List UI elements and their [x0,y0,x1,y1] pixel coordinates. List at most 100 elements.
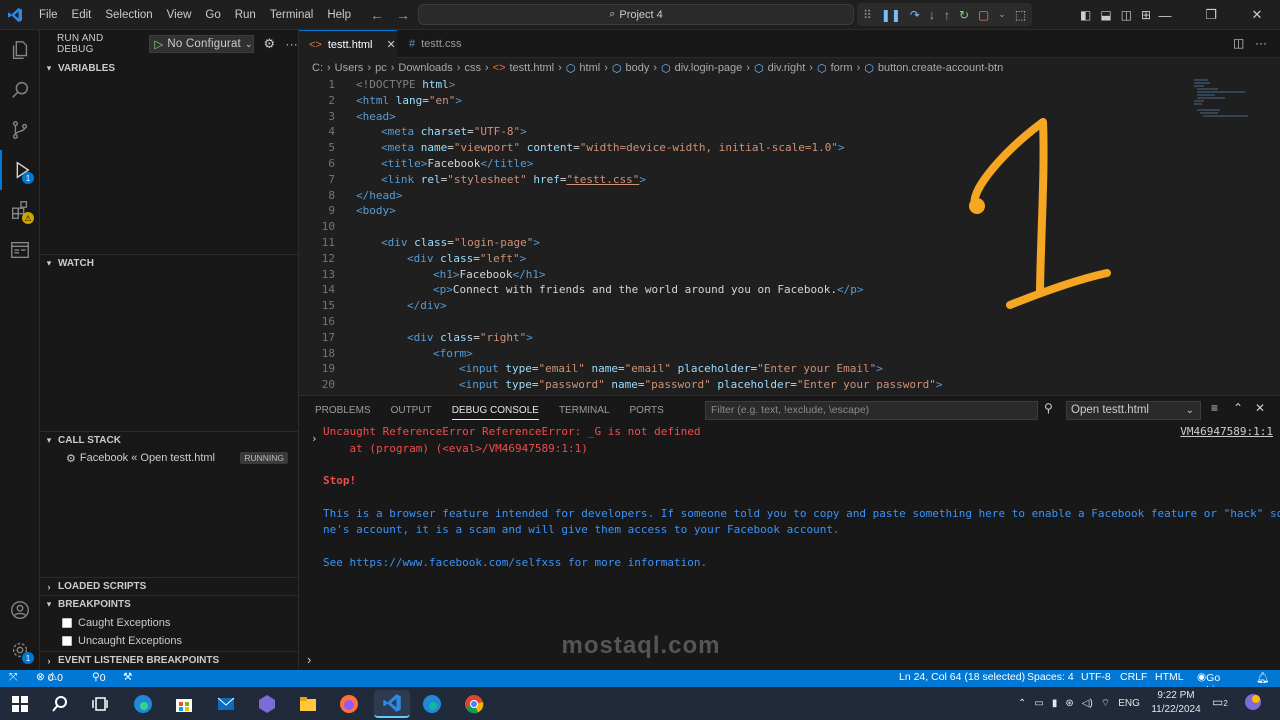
pause-icon[interactable]: ❚❚ [881,8,901,22]
split-editor-icon[interactable]: ◫ [1233,36,1244,50]
breadcrumb-item[interactable]: pc [375,62,387,74]
more-actions-icon[interactable]: ··· [285,37,298,51]
caught-exceptions-checkbox[interactable] [62,618,72,628]
step-into-icon[interactable]: ↓ [929,8,935,22]
clock[interactable]: 9:22 PM 11/22/2024 [1148,689,1204,717]
chevron-down-icon[interactable]: ⌄ [998,9,1006,20]
event-listener-section-header[interactable]: › EVENT LISTENER BREAKPOINTS [40,651,298,669]
debug-console-filter-input[interactable]: Filter (e.g. text, !exclude, \escape) [705,401,1038,420]
account-icon[interactable] [0,590,40,630]
tab-testt-css[interactable]: # testt.css [399,30,471,58]
clear-console-icon[interactable]: ≡ [1211,401,1218,415]
uncaught-exceptions-checkbox[interactable] [62,636,72,646]
store-icon[interactable] [170,690,198,718]
inspect-icon[interactable]: ⬚ [1015,8,1026,22]
breadcrumb-item[interactable]: div.right [768,62,806,74]
network-icon[interactable]: ⊛ [1065,698,1073,709]
close-panel-icon[interactable]: ✕ [1255,401,1265,415]
tab-problems[interactable]: PROBLEMS [315,405,371,416]
minimap[interactable] [1190,78,1260,393]
debug-status-icon[interactable]: ⚒ [123,671,132,683]
breadcrumb-item[interactable]: C: [312,62,323,74]
menu-go[interactable]: Go [198,0,227,30]
breadcrumb-item[interactable]: testt.html [510,62,555,74]
go-live-button[interactable]: ◉ Go Live [1197,671,1225,696]
watch-section-header[interactable]: ▾ WATCH [40,254,298,272]
firefox-icon[interactable] [335,690,363,718]
tab-ports[interactable]: PORTS [630,405,664,416]
minimize-icon[interactable]: — [1142,8,1188,23]
more-actions-icon[interactable]: ··· [1255,36,1267,50]
settings-gear-icon[interactable]: 1 [0,630,40,670]
battery-icon[interactable]: ▮ [1052,698,1058,709]
drag-handle-icon[interactable]: ⠿ [863,8,872,22]
expand-chevron-icon[interactable]: › [311,432,318,445]
tab-output[interactable]: OUTPUT [391,405,432,416]
problems-indicator[interactable]: ⊗ 0 ⚠ 0 [36,671,63,684]
breadcrumb-item[interactable]: body [625,62,649,74]
restart-icon[interactable]: ↻ [959,8,969,22]
encoding[interactable]: UTF-8 [1081,671,1111,683]
notifications-bell-icon[interactable]: 🔔︎ [1256,671,1269,684]
tab-terminal[interactable]: TERMINAL [559,405,610,416]
run-debug-icon[interactable]: 1 [0,150,40,190]
breadcrumb-item[interactable]: Downloads [398,62,452,74]
app-icon[interactable] [253,690,281,718]
copilot-icon[interactable] [1244,693,1262,714]
extensions-icon[interactable]: ⚠ [0,190,40,230]
gear-icon[interactable]: ⚙ [264,36,276,52]
taskbar-search-icon[interactable] [46,690,74,718]
toggle-sidebar-icon[interactable]: ◧ [1080,8,1091,22]
mail-icon[interactable] [212,690,240,718]
explorer-icon[interactable] [0,30,40,70]
debug-session-select[interactable]: Open testt.html ⌄ [1066,401,1201,420]
menu-view[interactable]: View [160,0,199,30]
ports-indicator[interactable]: ⚲ 0 [92,671,106,684]
line-ending[interactable]: CRLF [1120,671,1147,683]
tab-debug-console[interactable]: DEBUG CONSOLE [451,401,539,420]
filter-icon[interactable]: ⚲ [1044,401,1053,415]
menu-edit[interactable]: Edit [65,0,99,30]
tray-app-icon[interactable]: ▭ [1034,698,1043,709]
edge-dev-icon[interactable] [418,690,446,718]
maximize-panel-icon[interactable]: ⌃ [1233,401,1243,415]
tab-testt-html[interactable]: <> testt.html ✕ [299,30,397,58]
indentation[interactable]: Spaces: 4 [1027,671,1074,683]
source-control-icon[interactable] [0,110,40,150]
step-over-icon[interactable]: ↷ [910,8,920,22]
menu-help[interactable]: Help [320,0,358,30]
menu-selection[interactable]: Selection [98,0,159,30]
task-view-icon[interactable] [86,690,114,718]
menu-run[interactable]: Run [228,0,263,30]
console-input-prompt-icon[interactable]: › [307,652,311,667]
remote-icon[interactable]: ⤧ [9,671,17,684]
windows-start-icon[interactable] [6,690,34,718]
close-window-icon[interactable]: ✕ [1234,7,1280,23]
breadcrumb-item[interactable]: css [464,62,481,74]
wifi-icon[interactable]: ⌔ [1101,697,1110,710]
notification-center-icon[interactable]: ▭2 [1212,695,1228,709]
menu-file[interactable]: File [32,0,65,30]
breadcrumb-item[interactable]: form [831,62,853,74]
search-sidebar-icon[interactable] [0,70,40,110]
forward-arrow-icon[interactable]: → [396,7,410,23]
step-out-icon[interactable]: ↑ [944,8,950,22]
breakpoints-section-header[interactable]: ▾ BREAKPOINTS [40,595,298,613]
breadcrumb-item[interactable]: button.create-account-btn [878,62,1003,74]
command-center[interactable]: ⌕ Project 4 [418,4,854,25]
close-tab-icon[interactable]: ✕ [386,38,395,51]
breadcrumb-item[interactable]: html [579,62,600,74]
debug-config-select[interactable]: ▷ No Configurat ⌄ [149,35,254,53]
volume-icon[interactable]: ◁) [1082,698,1093,709]
remote-explorer-icon[interactable] [0,230,40,270]
chevron-up-icon[interactable]: ⌃ [1018,698,1026,709]
menu-terminal[interactable]: Terminal [263,0,320,30]
breadcrumb-item[interactable]: Users [335,62,364,74]
language-mode[interactable]: HTML [1155,671,1184,683]
call-stack-section-header[interactable]: ▾ CALL STACK [40,431,298,449]
error-source-link[interactable]: VM46947589:1:1 [1180,425,1273,438]
maximize-icon[interactable]: ❐ [1188,7,1234,23]
edge-browser-icon[interactable] [129,690,157,718]
cursor-position[interactable]: Ln 24, Col 64 (18 selected) [899,671,1025,683]
toggle-panel-icon[interactable]: ⬓ [1100,8,1111,22]
